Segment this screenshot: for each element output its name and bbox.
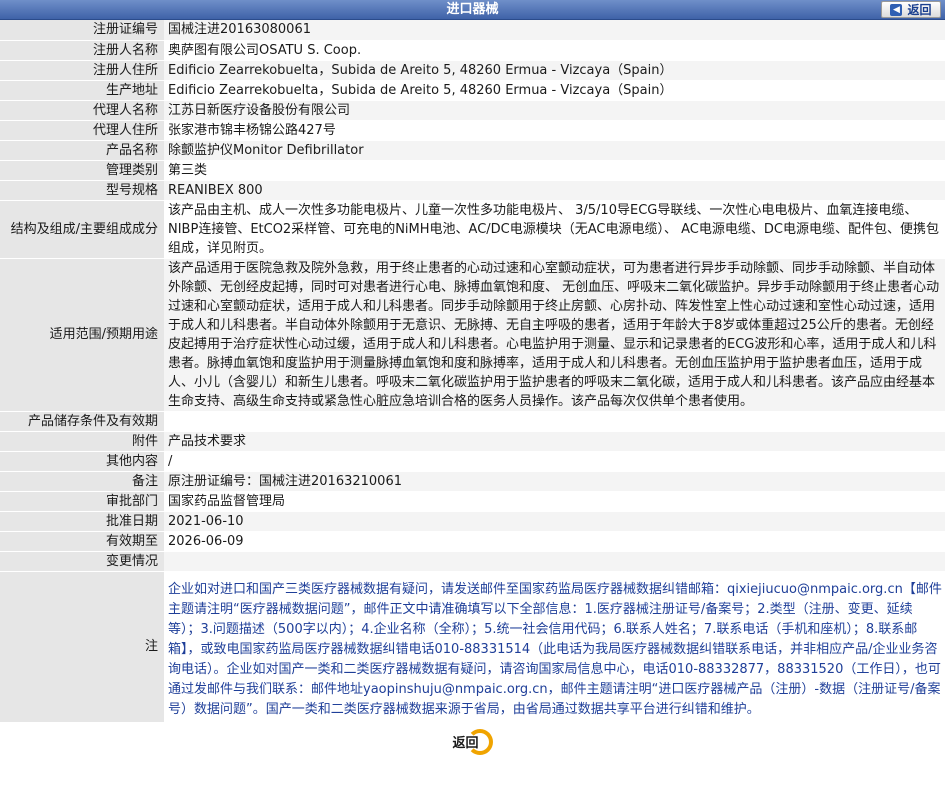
info-row: 注册人名称 奥萨图有限公司OSATU S. Coop.: [0, 40, 945, 61]
row-label: 注册人名称: [0, 40, 164, 61]
row-value: 2021-06-10: [164, 511, 945, 532]
row-label: 审批部门: [0, 491, 164, 512]
row-label: 生产地址: [0, 80, 164, 101]
info-row: 产品名称 除颤监护仪Monitor Defibrillator: [0, 140, 945, 161]
row-label: 注册证编号: [0, 20, 164, 41]
info-row: 代理人名称 江苏日新医疗设备股份有限公司: [0, 100, 945, 121]
note-label: 注: [0, 571, 164, 723]
row-label: 管理类别: [0, 160, 164, 181]
row-label: 代理人名称: [0, 100, 164, 121]
row-label: 结构及组成/主要组成成分: [0, 200, 164, 259]
row-label: 代理人住所: [0, 120, 164, 141]
back-arrow-icon: ◀: [890, 3, 903, 16]
circular-arrow-icon: [466, 728, 493, 755]
row-label: 批准日期: [0, 511, 164, 532]
row-label: 型号规格: [0, 180, 164, 201]
row-value: 国家药品监督管理局: [164, 491, 945, 512]
row-value: 张家港市锦丰杨锦公路427号: [164, 120, 945, 141]
row-label: 产品名称: [0, 140, 164, 161]
info-row: 管理类别 第三类: [0, 160, 945, 181]
back-button-bottom[interactable]: 返回: [452, 728, 493, 755]
row-value: 原注册证编号：国械注进20163210061: [164, 471, 945, 492]
info-row: 产品储存条件及有效期: [0, 411, 945, 432]
row-value: /: [164, 451, 945, 472]
footer: 返回: [0, 723, 945, 761]
info-row: 型号规格 REANIBEX 800: [0, 180, 945, 201]
row-value: 该产品适用于医院急救及院外急救，用于终止患者的心动过速和心室颤动症状，可为患者进…: [164, 258, 945, 412]
info-row: 结构及组成/主要组成成分 该产品由主机、成人一次性多功能电极片、儿童一次性多功能电…: [0, 200, 945, 259]
row-label: 其他内容: [0, 451, 164, 472]
info-row: 适用范围/预期用途 该产品适用于医院急救及院外急救，用于终止患者的心动过速和心室颤…: [0, 258, 945, 412]
row-value: 2026-06-09: [164, 531, 945, 552]
row-value: 产品技术要求: [164, 431, 945, 452]
info-row: 生产地址 Edificio Zearrekobuelta，Subida de Ar…: [0, 80, 945, 101]
row-value: 该产品由主机、成人一次性多功能电极片、儿童一次性多功能电极片、 3/5/10导E…: [164, 200, 945, 259]
row-label: 有效期至: [0, 531, 164, 552]
row-value: [164, 411, 945, 432]
info-row: 其他内容 /: [0, 451, 945, 472]
back-button-top[interactable]: ◀ 返回: [881, 1, 941, 18]
row-label: 适用范围/预期用途: [0, 258, 164, 412]
note-text: 企业如对进口和国产三类医疗器械数据有疑问，请发送邮件至国家药监局医疗器械数据纠错…: [164, 571, 945, 723]
row-value: 江苏日新医疗设备股份有限公司: [164, 100, 945, 121]
device-info-table: 注册证编号 国械注进20163080061 注册人名称 奥萨图有限公司OSATU S.…: [0, 20, 945, 723]
info-row: 变更情况: [0, 551, 945, 572]
row-value: 国械注进20163080061: [164, 20, 945, 41]
row-value: Edificio Zearrekobuelta，Subida de Areito…: [164, 60, 945, 81]
note-row: 注企业如对进口和国产三类医疗器械数据有疑问，请发送邮件至国家药监局医疗器械数据纠…: [0, 571, 945, 723]
row-value: [164, 551, 945, 572]
info-row: 注册人住所 Edificio Zearrekobuelta，Subida de A…: [0, 60, 945, 81]
info-row: 批准日期 2021-06-10: [0, 511, 945, 532]
info-row: 附件 产品技术要求: [0, 431, 945, 452]
row-label: 变更情况: [0, 551, 164, 572]
row-label: 备注: [0, 471, 164, 492]
row-value: 第三类: [164, 160, 945, 181]
row-value: REANIBEX 800: [164, 180, 945, 201]
info-row: 注册证编号 国械注进20163080061: [0, 20, 945, 41]
row-value: Edificio Zearrekobuelta，Subida de Areito…: [164, 80, 945, 101]
page-title: 进口器械: [446, 2, 499, 17]
header-bar: 进口器械 ◀ 返回: [0, 0, 945, 20]
info-row: 审批部门 国家药品监督管理局: [0, 491, 945, 512]
info-row: 有效期至 2026-06-09: [0, 531, 945, 552]
row-label: 注册人住所: [0, 60, 164, 81]
row-value: 除颤监护仪Monitor Defibrillator: [164, 140, 945, 161]
info-row: 备注 原注册证编号：国械注进20163210061: [0, 471, 945, 492]
info-row: 代理人住所 张家港市锦丰杨锦公路427号: [0, 120, 945, 141]
row-label: 产品储存条件及有效期: [0, 411, 164, 432]
row-label: 附件: [0, 431, 164, 452]
row-value: 奥萨图有限公司OSATU S. Coop.: [164, 40, 945, 61]
back-button-label: 返回: [907, 3, 932, 17]
